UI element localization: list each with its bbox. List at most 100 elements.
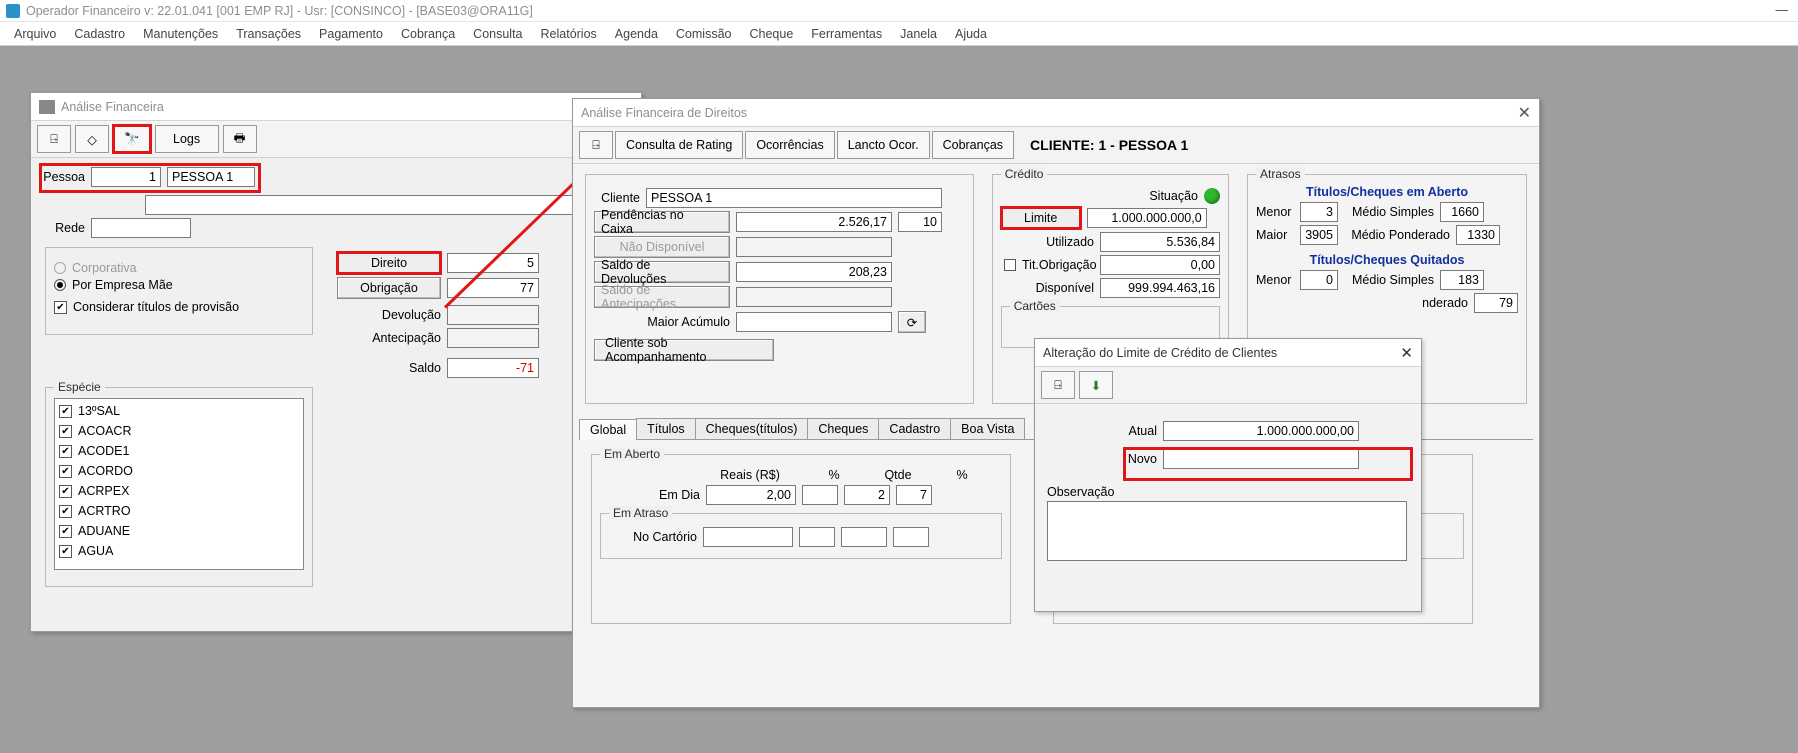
especie-item[interactable]: ACRPEX <box>78 484 129 498</box>
dialog-exit-button[interactable]: ⍈ <box>1041 371 1075 399</box>
door-icon: ⍈ <box>50 132 58 147</box>
menu-relatorios[interactable]: Relatórios <box>541 27 597 41</box>
titobrig-check[interactable] <box>1004 259 1016 271</box>
tab-titulos[interactable]: Títulos <box>636 418 696 439</box>
tab-global[interactable]: Global <box>579 419 637 440</box>
cliente-acomp-button[interactable]: Cliente sob Acompanhamento <box>594 339 774 361</box>
especie-item[interactable]: ACRTRO <box>78 504 131 518</box>
especie-item[interactable]: ACODE1 <box>78 444 129 458</box>
menu-transacoes[interactable]: Transações <box>236 27 301 41</box>
exit-button[interactable]: ⍈ <box>37 125 71 153</box>
checkbox-considerar[interactable]: ✔ <box>54 301 67 314</box>
save-icon: ⬇︎ <box>1091 378 1101 393</box>
nocartorio-reais <box>703 527 793 547</box>
especie-check[interactable]: ✔ <box>59 525 72 538</box>
lancto-ocor-button[interactable]: Lancto Ocor. <box>837 131 930 159</box>
saldo-devolucoes-button[interactable]: Saldo de Devoluções <box>594 261 730 283</box>
especie-item[interactable]: ADUANE <box>78 524 130 538</box>
especie-check[interactable]: ✔ <box>59 545 72 558</box>
tab-boa-vista[interactable]: Boa Vista <box>950 418 1025 439</box>
especie-item[interactable]: AGUA <box>78 544 113 558</box>
direito-button[interactable]: Direito <box>337 252 441 274</box>
menu-ferramentas[interactable]: Ferramentas <box>811 27 882 41</box>
menu-pagamento[interactable]: Pagamento <box>319 27 383 41</box>
cliente-header: CLIENTE: 1 - PESSOA 1 <box>1030 137 1188 153</box>
hdr-pct: % <box>820 468 848 482</box>
saldo-value <box>447 358 539 378</box>
obrigacao-value[interactable] <box>447 278 539 298</box>
cliente-input[interactable] <box>646 188 942 208</box>
eraser-button[interactable]: ◇ <box>75 125 109 153</box>
menor-label: Menor <box>1256 205 1294 219</box>
especie-check[interactable]: ✔ <box>59 425 72 438</box>
especie-list[interactable]: ✔13ºSAL ✔ACOACR ✔ACODE1 ✔ACORDO ✔ACRPEX … <box>54 398 304 570</box>
refresh-button[interactable]: ⟳ <box>898 311 926 333</box>
novo-input[interactable] <box>1163 449 1359 469</box>
ocorrencias-button[interactable]: Ocorrências <box>745 131 834 159</box>
maior-acumulo-value <box>736 312 892 332</box>
especie-check[interactable]: ✔ <box>59 485 72 498</box>
tab-cheques[interactable]: Cheques <box>807 418 879 439</box>
menu-manutencoes[interactable]: Manutenções <box>143 27 218 41</box>
menu-arquivo[interactable]: Arquivo <box>14 27 56 41</box>
window-title: Análise Financeira <box>61 100 164 114</box>
especie-item[interactable]: 13ºSAL <box>78 404 120 418</box>
pessoa-extra-input[interactable] <box>145 195 575 215</box>
pendencias-qtd <box>898 212 942 232</box>
novo-label: Novo <box>1097 452 1157 466</box>
observacao-textarea[interactable] <box>1047 501 1407 561</box>
pendencias-button[interactable]: Pendências no Caixa <box>594 211 730 233</box>
door-icon: ⍈ <box>1054 378 1062 393</box>
especie-check[interactable]: ✔ <box>59 405 72 418</box>
menu-consulta[interactable]: Consulta <box>473 27 522 41</box>
menu-comissao[interactable]: Comissão <box>676 27 732 41</box>
disponivel-label: Disponível <box>1014 281 1094 295</box>
pessoa-name-input[interactable] <box>167 167 255 187</box>
rede-input[interactable] <box>91 218 191 238</box>
pendencias-value <box>736 212 892 232</box>
exit2-button[interactable]: ⍈ <box>579 131 613 159</box>
mp-label2: nderado <box>1362 296 1468 310</box>
binoculars-button[interactable]: 🔭 <box>113 125 151 153</box>
logs-button[interactable]: Logs <box>155 125 219 153</box>
dialog-save-button[interactable]: ⬇︎ <box>1079 371 1113 399</box>
nao-disponivel-value <box>736 237 892 257</box>
cartoes-label: Cartões <box>1010 299 1060 313</box>
consulta-rating-button[interactable]: Consulta de Rating <box>615 131 743 159</box>
menu-agenda[interactable]: Agenda <box>615 27 658 41</box>
tab-cheques-titulos[interactable]: Cheques(títulos) <box>695 418 809 439</box>
especie-item[interactable]: ACORDO <box>78 464 133 478</box>
emdia-pct2 <box>896 485 932 505</box>
qt-menor <box>1300 270 1338 290</box>
menu-cobranca[interactable]: Cobrança <box>401 27 455 41</box>
radio-por-empresa-mae-label: Por Empresa Mãe <box>72 278 173 292</box>
dialog-close-icon[interactable]: ✕ <box>1400 344 1413 362</box>
especie-check[interactable]: ✔ <box>59 505 72 518</box>
status-ok-icon <box>1204 188 1220 204</box>
minimize-icon[interactable]: — <box>1776 3 1789 17</box>
pessoa-id-input[interactable] <box>91 167 161 187</box>
antecipacao-label: Antecipação <box>337 331 441 345</box>
cobrancas-button[interactable]: Cobranças <box>932 131 1014 159</box>
ab-maior <box>1300 225 1338 245</box>
tab-cadastro[interactable]: Cadastro <box>878 418 951 439</box>
nao-disponivel-button: Não Disponível <box>594 236 730 258</box>
menu-janela[interactable]: Janela <box>900 27 937 41</box>
limite-button[interactable]: Limite <box>1001 207 1081 229</box>
especie-check[interactable]: ✔ <box>59 465 72 478</box>
obrigacao-button[interactable]: Obrigação <box>337 277 441 299</box>
especie-item[interactable]: ACOACR <box>78 424 131 438</box>
hdr-reais: Reais (R$) <box>710 468 790 482</box>
app-title: Operador Financeiro v: 22.01.041 [001 EM… <box>26 4 533 18</box>
menu-cheque[interactable]: Cheque <box>749 27 793 41</box>
radio-por-empresa-mae[interactable] <box>54 279 66 291</box>
menu-ajuda[interactable]: Ajuda <box>955 27 987 41</box>
qt-ms <box>1440 270 1484 290</box>
close-icon[interactable]: ✕ <box>1518 103 1531 123</box>
menu-cadastro[interactable]: Cadastro <box>74 27 125 41</box>
print-button[interactable]: 🖶 <box>223 125 257 153</box>
especie-check[interactable]: ✔ <box>59 445 72 458</box>
eraser-icon: ◇ <box>87 132 97 147</box>
tc-aberto-title: Títulos/Cheques em Aberto <box>1256 185 1518 199</box>
dialog-title: Alteração do Limite de Crédito de Client… <box>1043 346 1277 360</box>
